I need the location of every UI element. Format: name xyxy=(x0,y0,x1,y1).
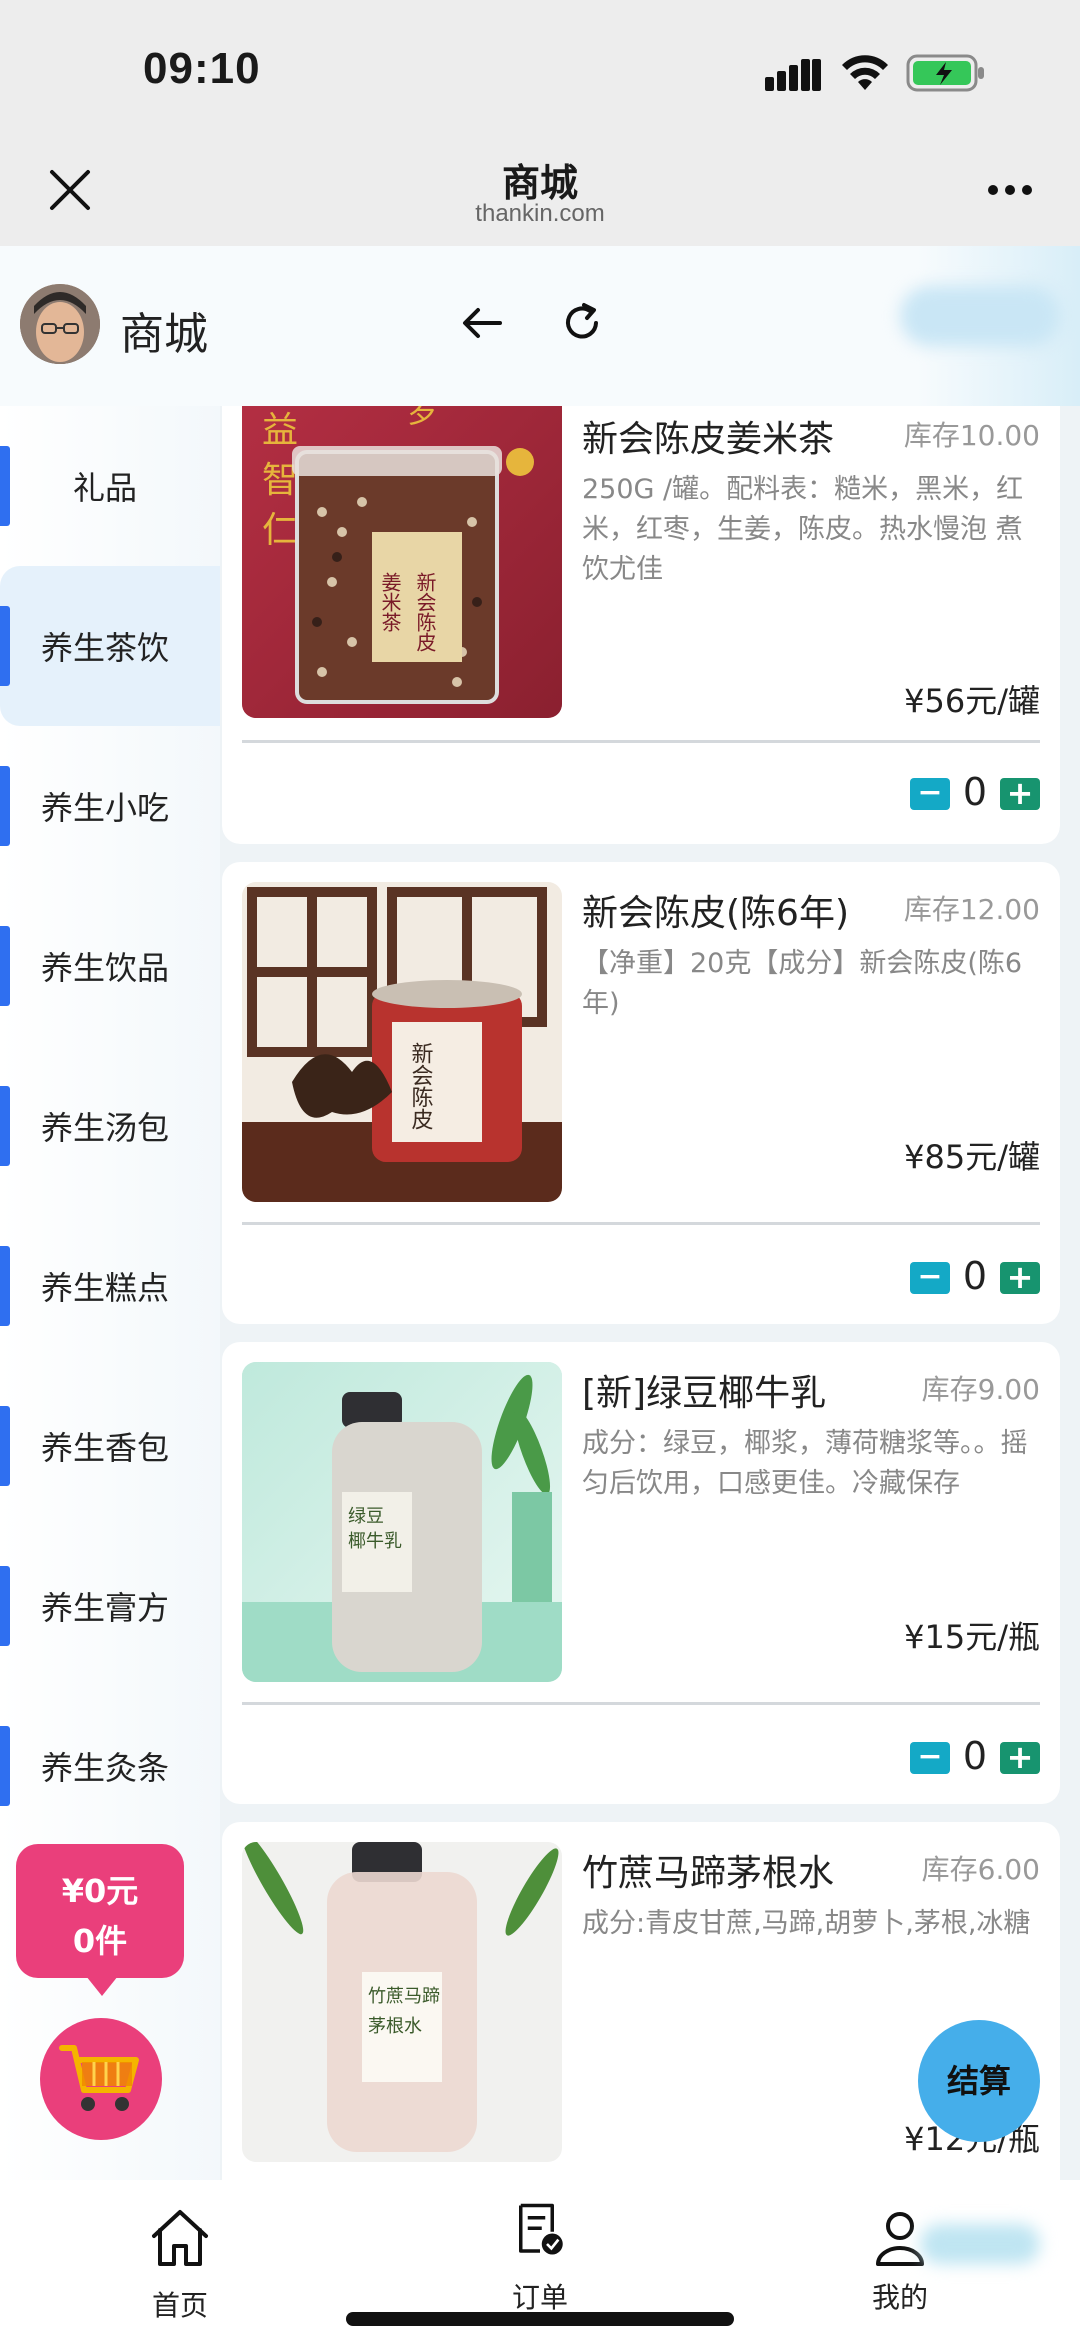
divider xyxy=(242,1702,1040,1705)
tab-blurred-region xyxy=(920,2224,1040,2264)
cart-summary-bubble[interactable]: ¥0元 0件 xyxy=(16,1844,184,1996)
signal-icon xyxy=(765,59,821,91)
product-card[interactable]: 新会陈皮 新会陈皮(陈6年) 库存12.00 【净重】20克【成分】新会陈皮(陈… xyxy=(222,862,1060,1324)
increase-quantity-button[interactable]: + xyxy=(1000,777,1040,810)
status-time: 09:10 xyxy=(143,44,261,93)
product-description: 250G /罐。配料表：糙米，黑米，红米，红枣，生姜，陈皮。热水慢泡 煮饮尤佳 xyxy=(582,474,1024,585)
svg-text:姜米茶: 姜米茶 xyxy=(378,572,402,632)
product-name: 新会陈皮(陈6年) xyxy=(582,893,849,934)
product-card[interactable]: 益 智 仁 罗 新会陈皮 姜米茶 新会陈皮姜米茶 库存10.00 250G /罐… xyxy=(222,406,1060,844)
svg-text:竹蔗马蹄: 竹蔗马蹄 xyxy=(368,1986,440,2007)
mung-bean-milk-image: 绿豆 椰牛乳 xyxy=(242,1362,562,1682)
order-icon xyxy=(519,2203,563,2255)
nav-title: 商城 xyxy=(501,163,578,205)
nav-subtitle: thankin.com xyxy=(475,200,605,227)
cart-button[interactable] xyxy=(40,2018,162,2140)
cart-total: ¥0元 xyxy=(61,1872,139,1910)
svg-text:椰牛乳: 椰牛乳 xyxy=(348,1531,402,1552)
checkout-button[interactable]: 结算 xyxy=(918,2020,1040,2142)
quantity-value: 0 xyxy=(962,1254,988,1298)
product-description: 成分:青皮甘蔗,马蹄,胡萝卜,茅根,冰糖 xyxy=(582,1908,1031,1939)
sidebar-item-label: 养生茶饮 xyxy=(40,629,169,667)
avatar-face-icon xyxy=(20,284,100,364)
divider xyxy=(242,1222,1040,1225)
product-price: ¥85元/罐 xyxy=(904,1138,1040,1176)
sidebar-item-label: 养生汤包 xyxy=(40,1109,169,1147)
app-header: 商城 xyxy=(0,246,1080,406)
svg-text:新会陈皮: 新会陈皮 xyxy=(408,1042,434,1130)
svg-text:益: 益 xyxy=(262,410,298,451)
product-description: 【净重】20克【成分】新会陈皮(陈6年) xyxy=(582,948,1023,1019)
quantity-stepper: − 0 + xyxy=(910,770,1040,816)
battery-icon xyxy=(906,54,984,92)
sidebar-item-moxa-sticks[interactable]: 养生灸条 xyxy=(0,1686,220,1846)
sidebar-item-health-snacks[interactable]: 养生小吃 xyxy=(0,726,220,886)
product-name: 新会陈皮姜米茶 xyxy=(582,419,835,460)
svg-text:仁: 仁 xyxy=(262,510,298,551)
tab-label: 首页 xyxy=(151,2289,208,2322)
sidebar-item-label: 礼品 xyxy=(72,469,137,507)
sidebar-item-label: 养生糕点 xyxy=(40,1269,169,1307)
cart-count: 0件 xyxy=(72,1922,128,1960)
sidebar-item-label: 养生饮品 xyxy=(40,949,169,987)
quantity-value: 0 xyxy=(962,770,988,814)
product-price: ¥15元/瓶 xyxy=(904,1618,1040,1656)
header-blurred-region xyxy=(900,286,1060,346)
sugarcane-water-image: 竹蔗马蹄 茅根水 xyxy=(242,1842,562,2162)
tab-label: 我的 xyxy=(871,2281,928,2314)
product-price: ¥56元/罐 xyxy=(904,682,1040,720)
product-image[interactable]: 绿豆 椰牛乳 xyxy=(242,1362,562,1682)
sidebar-item-soup-packs[interactable]: 养生汤包 xyxy=(0,1046,220,1206)
decrease-quantity-button[interactable]: − xyxy=(910,1742,950,1774)
product-stock: 库存6.00 xyxy=(921,1853,1040,1886)
home-icon xyxy=(152,2210,208,2266)
product-description: 成分：绿豆，椰浆，薄荷糖浆等。。摇匀后饮用，口感更佳。冷藏保存 xyxy=(582,1428,1028,1499)
product-card[interactable]: 竹蔗马蹄 茅根水 竹蔗马蹄茅根水 库存6.00 成分:青皮甘蔗,马蹄,胡萝卜,茅… xyxy=(222,1822,1060,2180)
product-card[interactable]: 绿豆 椰牛乳 [新]绿豆椰牛乳 库存9.00 成分：绿豆，椰浆，薄荷糖浆等。。摇… xyxy=(222,1342,1060,1804)
sidebar-item-sachets[interactable]: 养生香包 xyxy=(0,1366,220,1526)
home-indicator xyxy=(346,2312,734,2326)
back-arrow-icon[interactable] xyxy=(460,301,504,345)
svg-text:绿豆: 绿豆 xyxy=(348,1506,384,1527)
decrease-quantity-button[interactable]: − xyxy=(910,778,950,810)
product-image[interactable]: 益 智 仁 罗 新会陈皮 姜米茶 xyxy=(242,406,562,718)
status-bar: 09:10 xyxy=(0,0,1080,140)
decrease-quantity-button[interactable]: − xyxy=(910,1262,950,1294)
sidebar-item-label: 养生香包 xyxy=(40,1429,169,1467)
nav-bar: 商城 thankin.com xyxy=(0,140,1080,246)
quantity-stepper: − 0 + xyxy=(910,1254,1040,1300)
tab-home[interactable]: 首页 xyxy=(80,2180,280,2341)
refresh-icon[interactable] xyxy=(560,301,604,345)
product-stock: 库存12.00 xyxy=(903,893,1040,926)
sidebar-item-label: 养生膏方 xyxy=(40,1589,169,1627)
avatar[interactable] xyxy=(20,284,100,364)
more-icon[interactable] xyxy=(985,180,1035,200)
sidebar-item-paste-formulas[interactable]: 养生膏方 xyxy=(0,1526,220,1686)
sidebar-item-gifts[interactable]: 礼品 xyxy=(0,406,220,566)
increase-quantity-button[interactable]: + xyxy=(1000,1741,1040,1774)
tea-jar-image: 益 智 仁 罗 新会陈皮 姜米茶 xyxy=(242,406,562,718)
product-stock: 库存10.00 xyxy=(903,419,1040,452)
increase-quantity-button[interactable]: + xyxy=(1000,1261,1040,1294)
sidebar-item-pastries[interactable]: 养生糕点 xyxy=(0,1206,220,1366)
svg-text:茅根水: 茅根水 xyxy=(368,2016,422,2037)
wifi-icon xyxy=(842,55,888,90)
sidebar-item-label: 养生小吃 xyxy=(40,789,169,827)
sidebar-item-health-drinks[interactable]: 养生饮品 xyxy=(0,886,220,1046)
divider xyxy=(242,740,1040,743)
product-stock: 库存9.00 xyxy=(921,1373,1040,1406)
quantity-stepper: − 0 + xyxy=(910,1734,1040,1780)
svg-text:新会陈皮: 新会陈皮 xyxy=(413,572,437,652)
sidebar-item-health-tea[interactable]: 养生茶饮 xyxy=(0,566,220,726)
header-title: 商城 xyxy=(120,309,208,360)
chenpi-can-image: 新会陈皮 xyxy=(242,882,562,1202)
tab-label: 订单 xyxy=(511,2281,568,2314)
product-image[interactable]: 竹蔗马蹄 茅根水 xyxy=(242,1842,562,2162)
shopping-cart-icon xyxy=(59,2045,139,2111)
product-name: [新]绿豆椰牛乳 xyxy=(582,1373,827,1414)
sidebar-item-label: 养生灸条 xyxy=(40,1749,169,1787)
product-name: 竹蔗马蹄茅根水 xyxy=(582,1853,835,1894)
quantity-value: 0 xyxy=(962,1734,988,1778)
product-image[interactable]: 新会陈皮 xyxy=(242,882,562,1202)
